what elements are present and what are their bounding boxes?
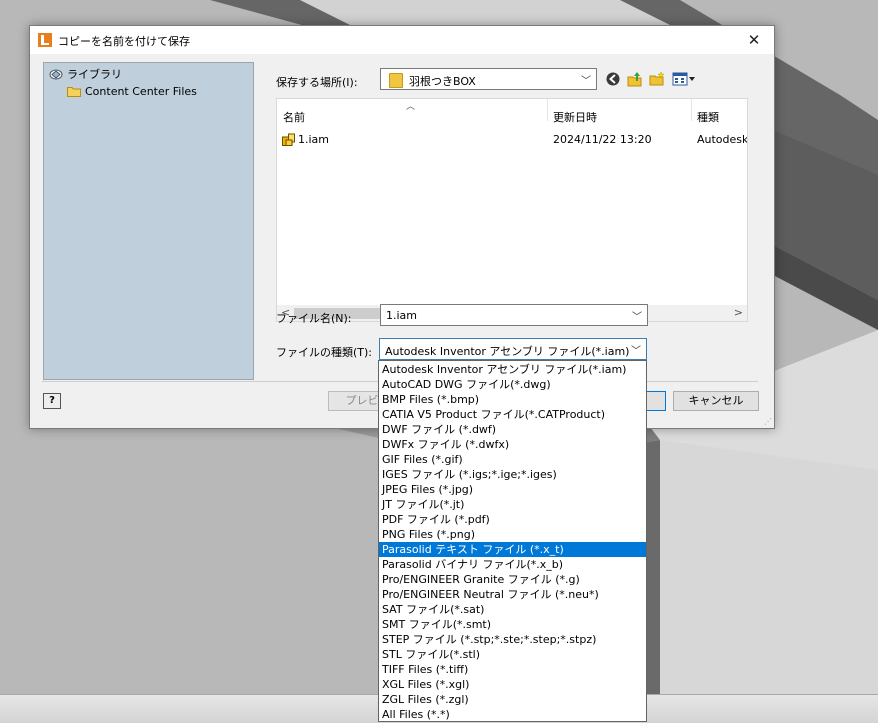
cancel-button[interactable]: キャンセル [673, 391, 759, 411]
file-list[interactable]: ︿ 名前 更新日時 種類 1.iam 2024/11/22 13:20 Auto… [276, 98, 748, 322]
back-button[interactable] [603, 69, 623, 89]
view-menu-icon [672, 72, 695, 86]
file-type-option[interactable]: IGES ファイル (*.igs;*.ige;*.iges) [379, 467, 646, 482]
save-in-combo[interactable]: 羽根つきBOX ﹀ [380, 68, 597, 90]
file-type-cell: Autodesk [697, 133, 748, 146]
library-icon [49, 69, 63, 80]
up-folder-button[interactable] [625, 69, 645, 89]
file-type-option[interactable]: Pro/ENGINEER Granite ファイル (*.g) [379, 572, 646, 587]
save-in-value: 羽根つきBOX [409, 75, 476, 88]
file-type-option[interactable]: JPEG Files (*.jpg) [379, 482, 646, 497]
places-pane: ライブラリ Content Center Files [43, 62, 254, 380]
file-type-option[interactable]: GIF Files (*.gif) [379, 452, 646, 467]
file-name-label: ファイル名(N): [276, 312, 352, 325]
file-type-option[interactable]: XGL Files (*.xgl) [379, 677, 646, 692]
folder-icon [67, 87, 81, 97]
resize-grip-icon[interactable]: ⋰ [764, 417, 772, 426]
file-type-option[interactable]: Autodesk Inventor アセンブリ ファイル(*.iam) [379, 362, 646, 377]
folder-icon [389, 73, 403, 88]
column-header-modified[interactable]: 更新日時 [553, 109, 597, 125]
file-type-option[interactable]: Parasolid バイナリ ファイル(*.x_b) [379, 557, 646, 572]
chevron-down-icon[interactable]: ﹀ [632, 308, 642, 323]
file-type-value: Autodesk Inventor アセンブリ ファイル(*.iam) [385, 345, 630, 358]
place-item-library[interactable]: ライブラリ [49, 67, 122, 83]
file-type-option[interactable]: CATIA V5 Product ファイル(*.CATProduct) [379, 407, 646, 422]
file-type-option[interactable]: PNG Files (*.png) [379, 527, 646, 542]
back-icon [606, 72, 620, 86]
file-type-option[interactable]: SAT ファイル(*.sat) [379, 602, 646, 617]
new-folder-icon [649, 71, 665, 86]
column-header-name[interactable]: 名前 [283, 109, 305, 125]
file-type-option[interactable]: Pro/ENGINEER Neutral ファイル (*.neu*) [379, 587, 646, 602]
file-type-option[interactable]: PDF ファイル (*.pdf) [379, 512, 646, 527]
file-type-option[interactable]: All Files (*.*) [379, 707, 646, 722]
file-type-option[interactable]: STL ファイル(*.stl) [379, 647, 646, 662]
file-type-option[interactable]: JT ファイル(*.jt) [379, 497, 646, 512]
column-divider[interactable] [547, 99, 548, 121]
file-modified-cell: 2024/11/22 13:20 [553, 133, 652, 146]
file-type-option[interactable]: SMT ファイル(*.smt) [379, 617, 646, 632]
view-menu-button[interactable] [671, 69, 697, 89]
close-button[interactable]: ✕ [734, 26, 774, 54]
chevron-down-icon: ﹀ [631, 346, 641, 357]
file-type-label: ファイルの種類(T): [276, 346, 373, 359]
dialog-title: コピーを名前を付けて保存 [58, 35, 190, 48]
file-type-option[interactable]: STEP ファイル (*.stp;*.ste;*.step;*.stpz) [379, 632, 646, 647]
column-divider[interactable] [691, 99, 692, 121]
inventor-app-icon [38, 33, 52, 47]
file-type-dropdown-list: Autodesk Inventor アセンブリ ファイル(*.iam) AutoC… [378, 360, 647, 722]
file-type-option[interactable]: DWF ファイル (*.dwf) [379, 422, 646, 437]
file-name-input[interactable]: 1.iam ﹀ [380, 304, 648, 326]
file-name-value: 1.iam [386, 309, 418, 322]
up-folder-icon [627, 72, 642, 87]
place-label-library: ライブラリ [67, 68, 122, 81]
help-button[interactable]: ? [43, 393, 61, 409]
file-type-option[interactable]: TIFF Files (*.tiff) [379, 662, 646, 677]
file-type-option[interactable]: AutoCAD DWG ファイル(*.dwg) [379, 377, 646, 392]
save-in-label: 保存する場所(I): [276, 76, 358, 89]
file-type-option[interactable]: Parasolid テキスト ファイル (*.x_t) [379, 542, 646, 557]
file-name-cell: 1.iam [298, 133, 330, 146]
assembly-file-icon [282, 133, 295, 146]
file-type-combo[interactable]: Autodesk Inventor アセンブリ ファイル(*.iam) ﹀ [379, 338, 647, 360]
file-type-option[interactable]: BMP Files (*.bmp) [379, 392, 646, 407]
place-item-content-center[interactable]: Content Center Files [67, 84, 197, 100]
file-row[interactable]: 1.iam 2024/11/22 13:20 Autodesk [277, 131, 748, 149]
title-bar: コピーを名前を付けて保存 ✕ [30, 26, 774, 54]
place-label-content-center: Content Center Files [85, 85, 197, 98]
file-type-option[interactable]: DWFx ファイル (*.dwfx) [379, 437, 646, 452]
scroll-right-icon[interactable]: > [734, 306, 743, 319]
column-header-type[interactable]: 種類 [697, 109, 719, 125]
new-folder-button[interactable] [647, 69, 667, 89]
chevron-down-icon: ﹀ [581, 76, 591, 87]
sort-ascending-icon: ︿ [406, 102, 416, 112]
file-type-option[interactable]: ZGL Files (*.zgl) [379, 692, 646, 707]
